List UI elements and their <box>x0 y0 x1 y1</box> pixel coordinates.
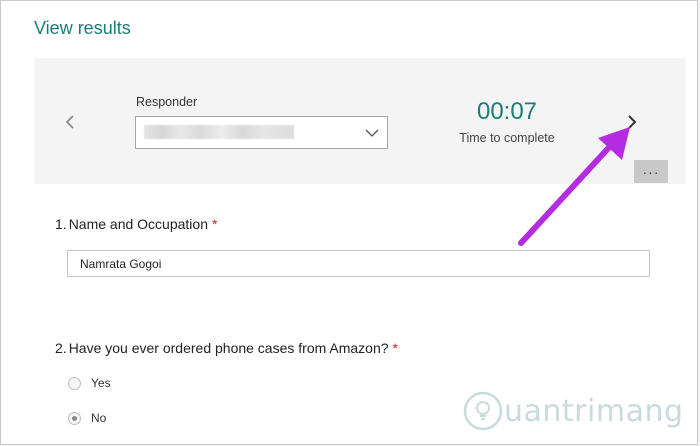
next-response-button[interactable] <box>620 110 644 134</box>
question-2-text: Have you ever ordered phone cases from A… <box>68 340 389 356</box>
question-2-title: 2. Have you ever ordered phone cases from… <box>55 340 398 356</box>
question-2-number: 2. <box>55 340 67 356</box>
lightbulb-logo-icon <box>463 391 503 431</box>
watermark-text: uantrimang <box>504 393 684 429</box>
chevron-left-icon <box>65 115 74 129</box>
page-title: View results <box>34 18 131 38</box>
option-no-label: No <box>91 411 107 425</box>
previous-response-button[interactable] <box>58 110 82 134</box>
watermark: uantrimang <box>462 388 684 434</box>
radio-yes[interactable] <box>68 376 81 390</box>
responder-name-blurred <box>144 125 294 139</box>
time-to-complete-value: 00:07 <box>476 98 538 125</box>
chevron-down-icon <box>365 129 379 137</box>
required-marker: * <box>392 340 398 356</box>
radio-no[interactable] <box>68 411 81 425</box>
question-1-text: Name and Occupation <box>68 216 208 232</box>
responder-dropdown[interactable] <box>135 116 388 149</box>
required-marker: * <box>212 216 218 232</box>
more-options-button[interactable]: ··· <box>634 160 668 183</box>
question-1-title: 1. Name and Occupation * <box>55 216 217 232</box>
option-yes[interactable]: Yes <box>68 374 111 392</box>
time-to-complete-label: Time to complete <box>459 131 555 145</box>
question-1-number: 1. <box>55 216 67 232</box>
option-yes-label: Yes <box>91 376 111 390</box>
question-1-answer-field[interactable]: Namrata Gogoi <box>67 250 650 277</box>
responder-label: Responder <box>136 95 198 109</box>
chevron-right-icon <box>628 115 637 129</box>
option-no[interactable]: No <box>68 409 106 427</box>
